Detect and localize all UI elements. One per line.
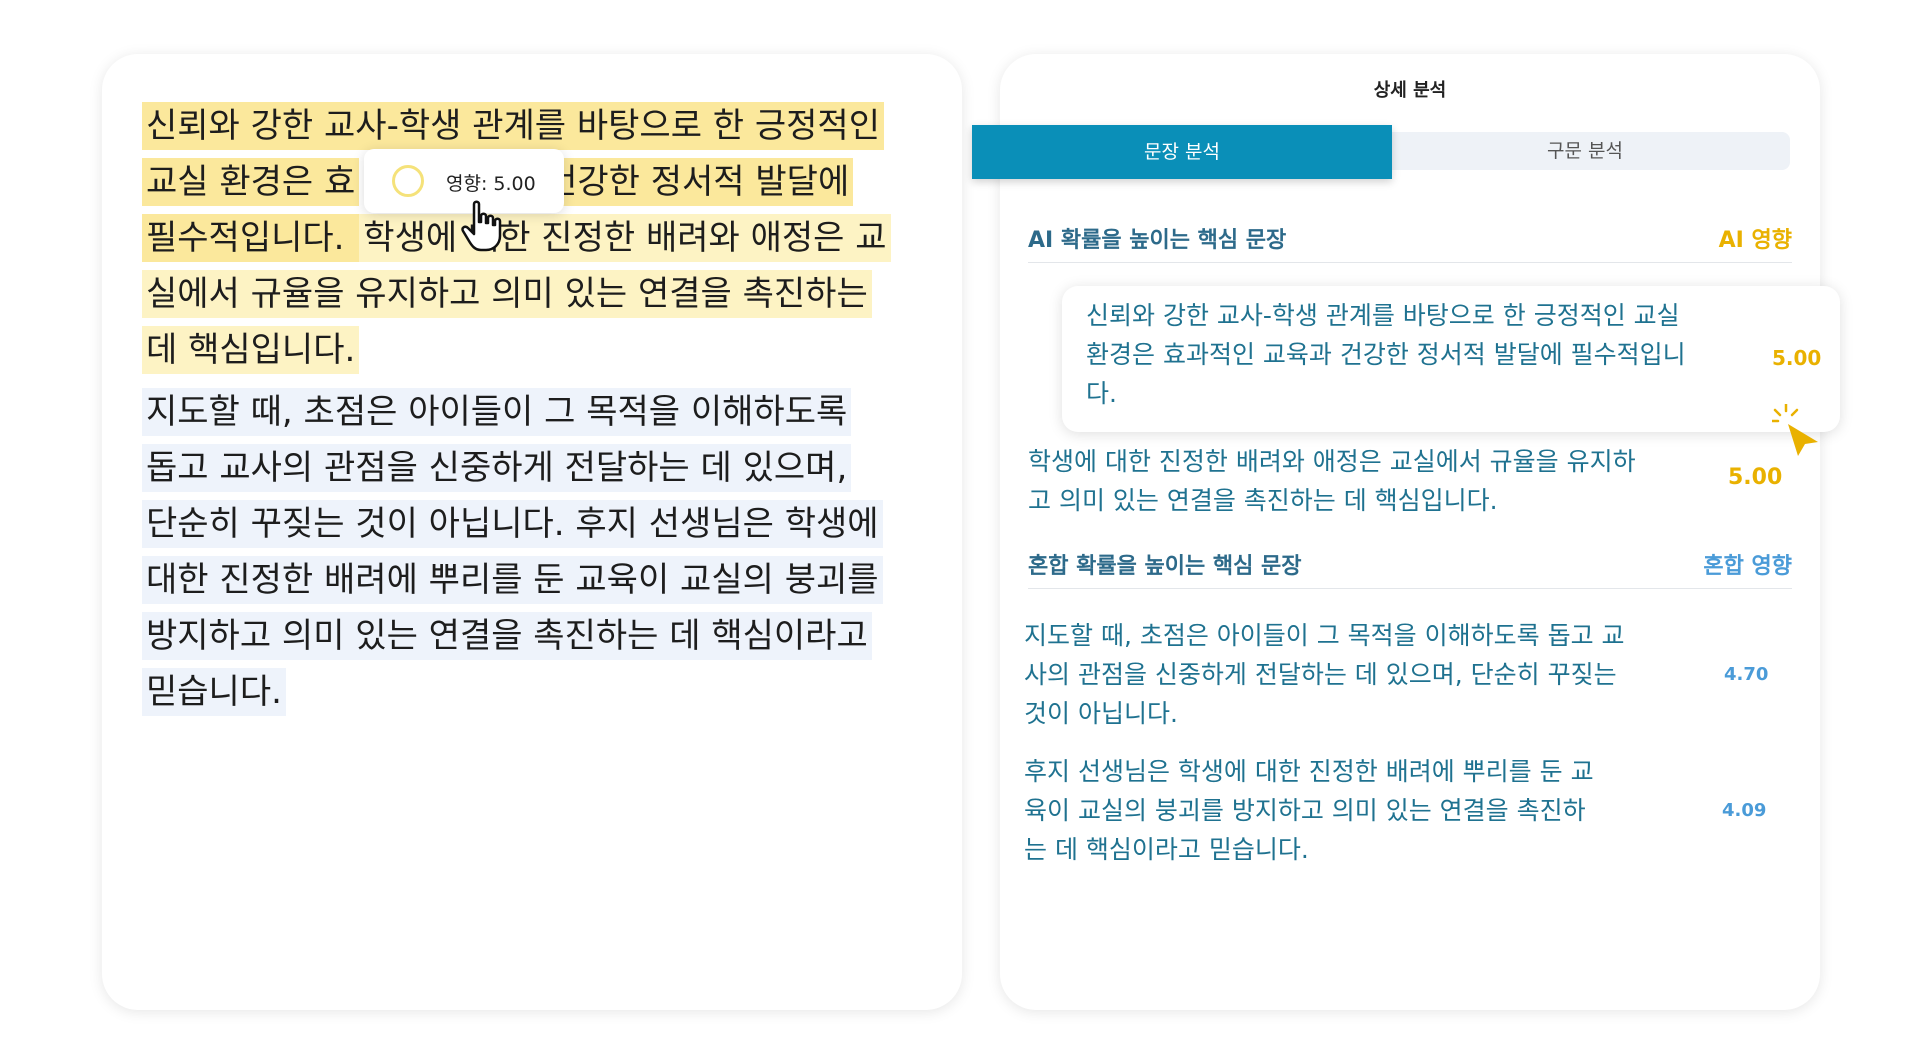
paragraph-mixed: 지도할 때, 초점은 아이들이 그 목적을 이해하도록 돕고 교사의 관점을 신… bbox=[142, 384, 942, 720]
mixed-impact-label: 혼합 영향 bbox=[1703, 554, 1792, 579]
paragraph-line[interactable]: 데 핵심입니다. bbox=[142, 322, 942, 378]
ai-sentence-1[interactable]: 신뢰와 강한 교사-학생 관계를 바탕으로 한 긍정적인 교실 환경은 효과적인… bbox=[1086, 296, 1776, 413]
paragraph-line[interactable]: 지도할 때, 초점은 아이들이 그 목적을 이해하도록 bbox=[142, 384, 942, 440]
hand-pointer-icon bbox=[461, 200, 502, 252]
paragraph-line[interactable]: 단순히 꾸짖는 것이 아닙니다. 후지 선생님은 학생에 bbox=[142, 496, 942, 552]
ai-sentence-2[interactable]: 학생에 대한 진정한 배려와 애정은 교실에서 규율을 유지하 고 의미 있는 … bbox=[1028, 442, 1748, 520]
paragraph-line[interactable]: 방지하고 의미 있는 연결을 촉진하는 데 핵심이라고 bbox=[142, 608, 942, 664]
mixed-section-title: 혼합 확률을 높이는 핵심 문장 bbox=[1028, 554, 1302, 579]
mixed-sentence-1[interactable]: 지도할 때, 초점은 아이들이 그 목적을 이해하도록 돕고 교 사의 관점을 … bbox=[1024, 616, 1744, 733]
arrow-cursor-icon bbox=[1772, 404, 1818, 456]
tab-sentence-analysis[interactable]: 문장 분석 bbox=[972, 125, 1392, 179]
ai-impact-label: AI 영향 bbox=[1718, 228, 1792, 253]
tab-syntax-analysis[interactable]: 구문 분석 bbox=[1380, 132, 1790, 170]
paragraph-line[interactable]: 신뢰와 강한 교사-학생 관계를 바탕으로 한 긍정적인 bbox=[142, 98, 942, 154]
paragraph-line[interactable]: 돕고 교사의 관점을 신중하게 전달하는 데 있으며, bbox=[142, 440, 942, 496]
document-card: 신뢰와 강한 교사-학생 관계를 바탕으로 한 긍정적인 교실 환경은 효 건강… bbox=[102, 54, 962, 1010]
paragraph-line[interactable]: 실에서 규율을 유지하고 의미 있는 연결을 촉진하는 bbox=[142, 266, 942, 322]
paragraph-line[interactable]: 필수적입니다. 학생에 대한 진정한 배려와 애정은 교 bbox=[142, 210, 942, 266]
mixed-sentence-1-score: 4.70 bbox=[1724, 664, 1769, 685]
paragraph-line[interactable]: 대한 진정한 배려에 뿌리를 둔 교육이 교실의 붕괴를 bbox=[142, 552, 942, 608]
paragraph-line[interactable]: 믿습니다. bbox=[142, 664, 942, 720]
analysis-panel: 상세 분석 문장 분석 구문 분석 AI 확률을 높이는 핵심 문장 AI 영향… bbox=[972, 54, 1840, 1010]
ai-section-title: AI 확률을 높이는 핵심 문장 bbox=[1028, 228, 1287, 253]
paragraph-ai: 신뢰와 강한 교사-학생 관계를 바탕으로 한 긍정적인 교실 환경은 효 건강… bbox=[142, 98, 942, 378]
mixed-sentence-2-score: 4.09 bbox=[1722, 800, 1767, 821]
panel-title: 상세 분석 bbox=[1373, 80, 1447, 101]
ai-sentence-2-score: 5.00 bbox=[1728, 465, 1783, 490]
tooltip-label: 영향: 5.00 bbox=[446, 173, 536, 195]
ai-sentence-1-score: 5.00 bbox=[1772, 346, 1822, 370]
circle-icon bbox=[392, 165, 424, 197]
divider bbox=[1028, 588, 1792, 589]
mixed-sentence-2[interactable]: 후지 선생님은 학생에 대한 진정한 배려에 뿌리를 둔 교 육이 교실의 붕괴… bbox=[1024, 752, 1744, 869]
divider bbox=[1028, 262, 1792, 263]
